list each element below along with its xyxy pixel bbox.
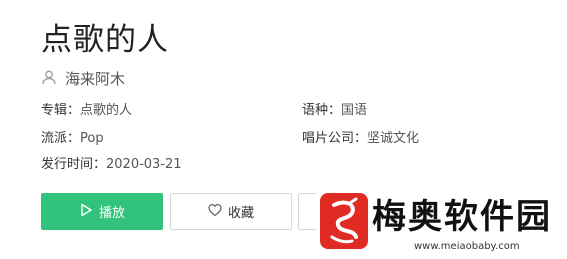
play-button[interactable]: 播放 bbox=[41, 193, 163, 230]
album-info: 专辑：点歌的人 bbox=[41, 102, 132, 120]
album-label: 专辑： bbox=[41, 103, 81, 118]
artist-row[interactable]: 海来阿木 bbox=[41, 68, 125, 89]
language-info: 语种：国语 bbox=[302, 102, 367, 120]
record-label-value: 坚诚文化 bbox=[367, 131, 420, 146]
watermark-url: www.meiaobaby.com bbox=[414, 241, 520, 252]
record-label-label: 唱片公司： bbox=[302, 131, 368, 146]
record-label-info: 唱片公司：坚诚文化 bbox=[302, 130, 419, 148]
genre-label: 流派： bbox=[41, 131, 81, 146]
language-value: 国语 bbox=[341, 103, 368, 118]
heart-icon bbox=[208, 203, 222, 221]
language-label: 语种： bbox=[302, 103, 342, 118]
favorite-button[interactable]: 收藏 bbox=[170, 193, 292, 230]
release-date: 2020-03-21 bbox=[106, 157, 182, 172]
artist-name[interactable]: 海来阿木 bbox=[65, 68, 125, 89]
album-link[interactable]: 点歌的人 bbox=[80, 103, 132, 118]
play-icon bbox=[79, 203, 93, 221]
user-icon bbox=[41, 69, 57, 89]
play-label: 播放 bbox=[98, 206, 125, 221]
release-info: 发行时间：2020-03-21 bbox=[41, 156, 182, 174]
watermark: 梅奥软件园 www.meiaobaby.com bbox=[316, 185, 567, 259]
watermark-brand: 梅奥软件园 bbox=[372, 197, 552, 237]
genre-info: 流派：Pop bbox=[41, 130, 104, 148]
genre-link[interactable]: Pop bbox=[80, 131, 104, 146]
dragon-logo-icon bbox=[320, 193, 368, 249]
song-title: 点歌的人 bbox=[41, 22, 169, 58]
release-label: 发行时间： bbox=[41, 157, 107, 172]
favorite-label: 收藏 bbox=[227, 206, 254, 221]
